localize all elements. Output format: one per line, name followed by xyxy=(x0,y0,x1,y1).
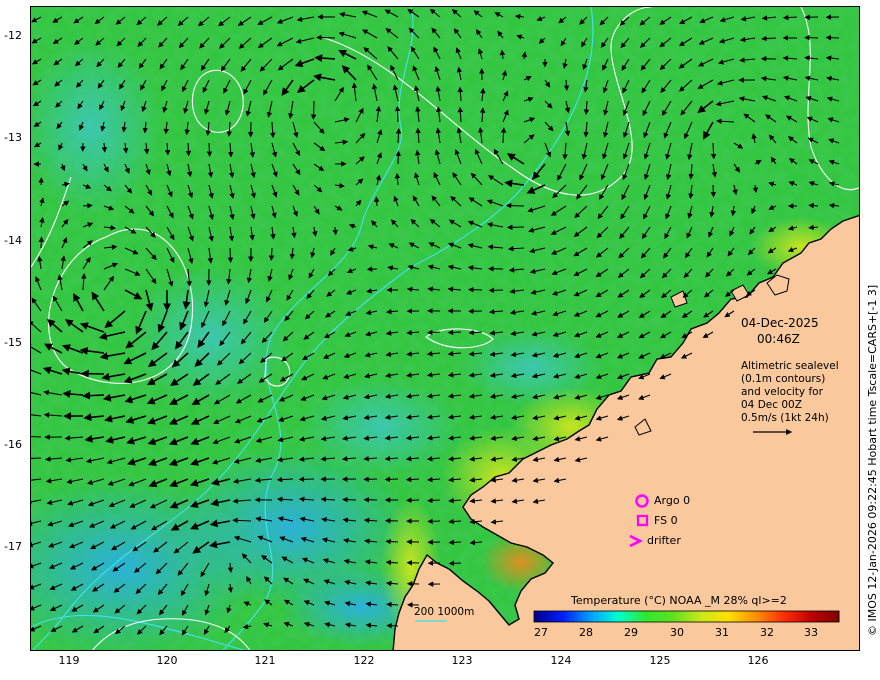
velocity-arrow xyxy=(447,329,462,336)
velocity-arrow xyxy=(342,496,357,503)
x-tick-label: 124 xyxy=(550,654,572,667)
legend-argo-label: Argo 0 xyxy=(654,494,691,507)
y-tick-label: -14 xyxy=(4,234,22,247)
sst-map xyxy=(31,7,859,650)
velocity-arrow xyxy=(31,457,42,460)
colorbar-tick: 30 xyxy=(670,626,684,639)
x-tick-label: 126 xyxy=(747,654,769,667)
colorbar-tick: 28 xyxy=(579,626,593,639)
velocity-arrow xyxy=(825,34,840,41)
x-tick-label: 119 xyxy=(58,654,80,667)
velocity-arrow xyxy=(468,286,483,293)
velocity-arrow xyxy=(206,142,213,157)
colorbar-tick: 29 xyxy=(624,626,638,639)
legend-drifter-label: drifter xyxy=(647,534,681,547)
velocity-arrow xyxy=(448,560,462,567)
velocity-arrow xyxy=(373,196,380,207)
velocity-arrow xyxy=(710,184,717,198)
description-line: 0.5m/s (1kt 24h) xyxy=(741,412,829,424)
velocity-arrow xyxy=(448,539,462,546)
velocity-arrow xyxy=(405,476,420,483)
colorbar-tick: 33 xyxy=(804,626,818,639)
colorbar-title: Temperature (°C) NOAA _M 28% ql>=2 xyxy=(571,594,787,607)
velocity-arrow xyxy=(268,247,275,261)
x-tick-label: 120 xyxy=(156,654,178,667)
x-tick-label: 123 xyxy=(451,654,473,667)
velocity-arrow xyxy=(316,34,336,41)
velocity-arrow xyxy=(80,369,105,378)
colorbar-tick: 32 xyxy=(760,626,774,639)
map-time: 00:46Z xyxy=(757,332,800,346)
credit-text: © IMOS 12-Jan-2026 09:22:45 Hobart time … xyxy=(866,284,879,636)
y-tick-label: -12 xyxy=(4,29,22,42)
cool-patch xyxy=(301,377,461,477)
depth-scale-label: 200 1000m xyxy=(414,606,475,618)
velocity-arrow xyxy=(427,497,441,504)
velocity-arrow xyxy=(310,100,317,120)
map-area[interactable] xyxy=(30,6,860,651)
description-line: and velocity for xyxy=(741,386,823,398)
velocity-arrow xyxy=(82,202,93,209)
velocity-arrow xyxy=(488,287,504,294)
velocity-arrow xyxy=(386,622,399,629)
velocity-arrow xyxy=(332,226,339,236)
map-date: 04-Dec-2025 xyxy=(741,316,819,330)
velocity-arrow xyxy=(185,142,192,157)
y-tick-label: -16 xyxy=(4,438,22,451)
y-tick-label: -15 xyxy=(4,336,22,349)
y-tick-label: -17 xyxy=(4,540,22,553)
velocity-arrow xyxy=(804,34,819,41)
velocity-arrow xyxy=(31,436,42,438)
x-tick-label: 125 xyxy=(649,654,671,667)
colorbar xyxy=(533,610,840,623)
velocity-arrow xyxy=(395,150,402,165)
velocity-arrow xyxy=(227,247,234,264)
x-tick-label: 121 xyxy=(254,654,276,667)
velocity-arrow xyxy=(505,202,525,209)
velocity-arrow xyxy=(385,538,399,545)
y-tick-label: -13 xyxy=(4,131,22,144)
description-line: Altimetric sealevel xyxy=(741,360,839,372)
colorbar-tick: 27 xyxy=(534,626,548,639)
legend-fs-label: FS 0 xyxy=(654,514,678,527)
description-line: (0.1m contours) xyxy=(741,373,826,385)
velocity-arrow xyxy=(394,105,401,123)
velocity-arrow xyxy=(38,236,45,249)
velocity-arrow xyxy=(82,391,105,400)
velocity-arrow xyxy=(427,518,441,525)
velocity-arrow xyxy=(384,476,399,483)
x-tick-label: 122 xyxy=(353,654,375,667)
description-line: 04 Dec 00Z xyxy=(741,399,802,411)
velocity-arrow xyxy=(427,329,441,336)
colorbar-segment xyxy=(534,611,538,622)
colorbar-tick: 31 xyxy=(715,626,729,639)
